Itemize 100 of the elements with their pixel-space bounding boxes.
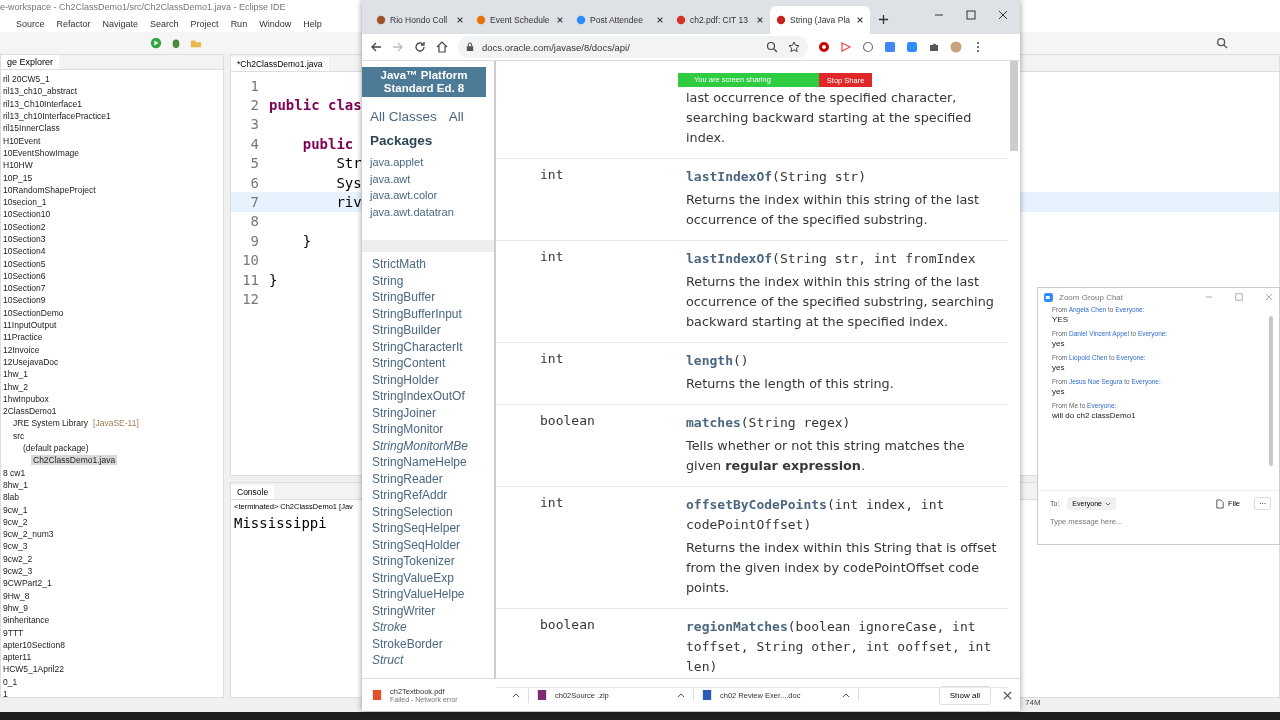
- class-link[interactable]: StringBuilder: [372, 322, 494, 339]
- tree-item[interactable]: 9cw2_2: [1, 553, 35, 564]
- menu-item[interactable]: Navigate: [96, 17, 145, 32]
- browser-tab[interactable]: String (Java Pla: [770, 6, 870, 34]
- tree-item[interactable]: apter11: [1, 652, 34, 663]
- tree-item[interactable]: HCW5_1April22: [1, 664, 66, 675]
- tree-item[interactable]: H10Event: [1, 135, 43, 146]
- back-icon[interactable]: [370, 41, 382, 53]
- tree-item[interactable]: 2ClassDemo1: [1, 406, 59, 417]
- menu-item[interactable]: Source: [10, 17, 51, 32]
- tree-item[interactable]: 9CWPart2_1: [1, 578, 54, 589]
- menu-item[interactable]: Help: [297, 17, 328, 32]
- tree-item[interactable]: 10Section6: [1, 270, 48, 281]
- tree-item[interactable]: 10Section5: [1, 258, 48, 269]
- extension-icon[interactable]: [818, 41, 830, 53]
- new-tab-icon[interactable]: [878, 14, 889, 25]
- tree-item[interactable]: 12UsejavaDoc: [1, 356, 61, 367]
- tree-item[interactable]: 10secion_1: [1, 197, 49, 208]
- tree-item[interactable]: (default package): [21, 443, 91, 454]
- run-icon[interactable]: [150, 37, 162, 49]
- tree-item[interactable]: 10P_15: [1, 172, 35, 183]
- class-link[interactable]: String: [372, 272, 494, 289]
- tree-item[interactable]: 11Practice: [1, 332, 45, 343]
- tree-item[interactable]: 11InputOutput: [1, 320, 59, 331]
- star-icon[interactable]: [788, 41, 800, 53]
- tree-item[interactable]: ril13_ch10InterfacePractice1: [1, 111, 113, 122]
- tree-item[interactable]: 9inheritance: [1, 615, 52, 626]
- zoom-icon[interactable]: [766, 41, 778, 53]
- tree-item[interactable]: Ch2ClassDemo1.java: [31, 455, 118, 466]
- method-signature[interactable]: lastIndexOf(String str, int fromIndex: [686, 249, 998, 269]
- nav-link[interactable]: All: [448, 109, 464, 125]
- tree-item[interactable]: 9cw_3: [1, 541, 30, 552]
- tree-item[interactable]: 12Invoice: [1, 344, 42, 355]
- class-link[interactable]: StringSelection: [372, 503, 494, 520]
- close-icon[interactable]: [1003, 690, 1012, 700]
- class-link[interactable]: StringNameHelpe: [372, 454, 494, 471]
- class-link[interactable]: StringBuffer: [372, 289, 494, 306]
- tree-item[interactable]: 0_1: [1, 676, 20, 687]
- scrollbar[interactable]: [1269, 316, 1273, 466]
- tree-item[interactable]: src: [11, 430, 27, 441]
- tree-item[interactable]: ril15InnerClass: [1, 123, 62, 134]
- class-link[interactable]: StringSeqHolder: [372, 536, 494, 553]
- menu-item[interactable]: Window: [253, 17, 298, 32]
- class-link[interactable]: StringIndexOutOf: [372, 388, 494, 405]
- home-icon[interactable]: [436, 41, 448, 53]
- tree-item[interactable]: 1hw_2: [1, 381, 31, 392]
- tree-item[interactable]: 10Section3: [1, 234, 48, 244]
- tree-item[interactable]: ril13_ch10_abstract: [1, 86, 80, 97]
- tree-item[interactable]: 10Section7: [1, 283, 48, 294]
- method-signature[interactable]: lastIndexOf(String str): [686, 167, 998, 187]
- method-signature[interactable]: regionMatches(boolean ignoreCase, int toffset, String other, int ooffset, int len): [686, 617, 998, 677]
- class-link[interactable]: StringValueExp: [372, 569, 494, 586]
- class-link[interactable]: StringRefAddr: [372, 487, 494, 504]
- class-link[interactable]: StringValueHelpe: [372, 586, 494, 603]
- class-link[interactable]: StringTokenizer: [372, 553, 494, 570]
- maximize-icon[interactable]: [966, 10, 976, 20]
- class-link[interactable]: StringCharacterIt: [372, 338, 494, 355]
- class-link[interactable]: StringMonitor: [372, 421, 494, 438]
- address-bar[interactable]: docs.oracle.com/javase/8/docs/api/: [458, 36, 808, 58]
- editor-tab[interactable]: *Ch2ClassDemo1.java: [231, 57, 329, 71]
- menu-item[interactable]: Search: [144, 17, 185, 32]
- menu-item[interactable]: Run: [224, 17, 254, 32]
- tree-item[interactable]: 9cw_2_num3: [1, 529, 56, 540]
- tree-item[interactable]: 10Section10: [1, 209, 53, 220]
- package-link[interactable]: java.awt.color: [370, 187, 494, 204]
- tree-item[interactable]: 9hw_9: [1, 602, 31, 613]
- tree-item[interactable]: 1hwInpubox: [1, 393, 51, 404]
- class-link[interactable]: StringHolder: [372, 371, 494, 388]
- class-link[interactable]: StringReader: [372, 470, 494, 487]
- close-icon[interactable]: [656, 16, 664, 24]
- package-link[interactable]: java.awt.datatran: [370, 203, 494, 221]
- package-link[interactable]: java.awt: [370, 170, 494, 188]
- class-link[interactable]: StringBufferInput: [372, 305, 494, 322]
- class-link[interactable]: StringSeqHelper: [372, 520, 494, 537]
- tree-item[interactable]: 8hw_1: [1, 479, 31, 490]
- tree-item[interactable]: 9cw_1: [1, 504, 30, 515]
- package-link[interactable]: java.applet: [370, 154, 494, 171]
- tree-item[interactable]: 1: [1, 689, 10, 699]
- tree-item[interactable]: 1hw_1: [1, 369, 31, 380]
- tree-item[interactable]: 8lab: [1, 492, 22, 503]
- tree-item[interactable]: 10EventShowImage: [1, 147, 82, 158]
- tree-item[interactable]: ril13_Ch10Interface1: [1, 98, 84, 109]
- tree-item[interactable]: 9cw_2: [1, 516, 30, 527]
- tree-item[interactable]: ril 20CW5_1: [1, 74, 52, 85]
- search-icon[interactable]: [1216, 37, 1228, 49]
- class-link[interactable]: StringContent: [372, 355, 494, 372]
- close-icon[interactable]: [998, 10, 1008, 20]
- reload-icon[interactable]: [414, 41, 426, 53]
- tree-item[interactable]: 8 cw1: [1, 467, 28, 478]
- tree-item[interactable]: 10RandomShapeProject: [1, 184, 98, 195]
- extension-icon[interactable]: [840, 41, 852, 53]
- tree-item[interactable]: 10SectionDemo: [1, 307, 66, 318]
- scrollbar[interactable]: [1010, 61, 1018, 151]
- caret-icon[interactable]: [677, 692, 685, 698]
- caret-icon[interactable]: [842, 692, 850, 698]
- method-signature[interactable]: offsetByCodePoints(int index, int codePointOffset): [686, 495, 998, 535]
- class-link[interactable]: Stroke: [372, 619, 494, 636]
- tree-item[interactable]: 10Section9: [1, 295, 48, 306]
- class-link[interactable]: StringMonitorMBe: [372, 437, 494, 454]
- nav-link[interactable]: All Classes: [370, 109, 437, 125]
